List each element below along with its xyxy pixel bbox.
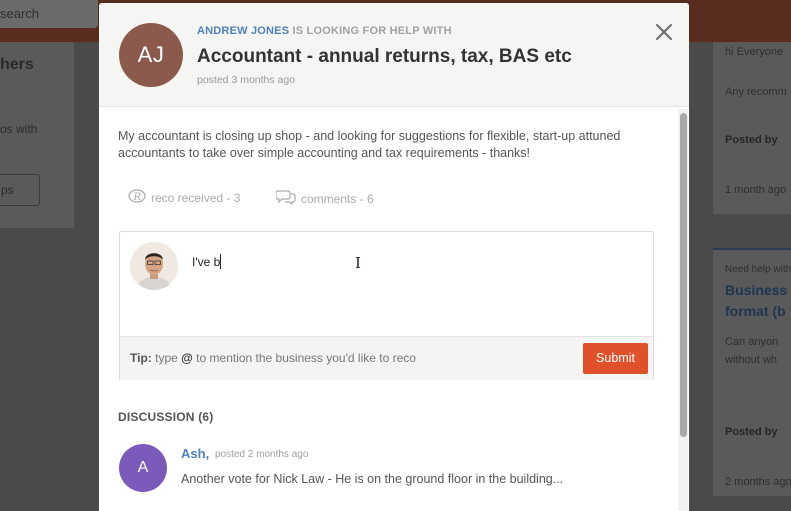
background-card: hi Everyone Any recomm Posted by 1 month… — [713, 42, 791, 214]
background-posted-by: Posted by — [725, 426, 778, 438]
background-right-panel: hi Everyone Any recomm Posted by 1 month… — [689, 42, 791, 511]
background-time: 1 month ago — [725, 184, 787, 196]
comment-avatar[interactable]: A — [119, 444, 167, 492]
background-text: Any recomm — [725, 86, 787, 98]
reco-text-value: I've b — [192, 254, 221, 269]
requester-avatar[interactable]: AJ — [119, 23, 183, 87]
background-search: search — [0, 0, 98, 28]
submit-button[interactable]: Submit — [583, 343, 648, 374]
comment-author-link[interactable]: Ash — [181, 446, 206, 461]
tip-at-symbol: @ — [181, 351, 193, 365]
request-title: Accountant - annual returns, tax, BAS et… — [197, 46, 572, 67]
background-time: 2 months ago — [725, 476, 791, 488]
reco-count[interactable]: R reco received - 3 — [128, 189, 240, 206]
background-left-heading: hers — [0, 56, 34, 73]
modal-header: AJ ANDREW JONES IS LOOKING FOR HELP WITH… — [99, 3, 689, 107]
text-caret — [220, 254, 222, 269]
comment-author-line: Ash, — [181, 446, 210, 461]
current-user-avatar — [130, 242, 178, 290]
mention-tip: Tip: type @ to mention the business you'… — [130, 351, 416, 365]
scrollbar-thumb[interactable] — [680, 113, 687, 437]
close-icon[interactable] — [655, 23, 673, 41]
background-title: format (b — [725, 303, 786, 319]
svg-text:R: R — [133, 192, 142, 203]
background-left-panel: hers os with ps — [0, 42, 74, 228]
comment-text: Another vote for Nick Law - He is on the… — [181, 472, 564, 486]
background-left-button: ps — [0, 174, 40, 206]
background-text: Can anyon — [725, 336, 779, 348]
reco-count-label: reco received - 3 — [151, 190, 241, 205]
requester-name-link[interactable]: ANDREW JONES — [197, 25, 289, 37]
requester-suffix: IS LOOKING FOR HELP WITH — [289, 25, 452, 37]
background-card: Need help with Business format (b Can an… — [713, 248, 791, 496]
comments-count-label: comments - 6 — [301, 191, 374, 206]
i-beam-cursor-icon: I — [355, 254, 361, 272]
modal-scrollbar[interactable] — [678, 109, 688, 511]
background-text: Need help with — [725, 264, 791, 275]
comments-icon — [275, 189, 301, 208]
tip-label: Tip: — [130, 351, 152, 365]
background-title: Business — [725, 282, 788, 298]
request-modal: AJ ANDREW JONES IS LOOKING FOR HELP WITH… — [99, 3, 689, 511]
comments-count[interactable]: comments - 6 — [275, 189, 374, 208]
requester-line: ANDREW JONES IS LOOKING FOR HELP WITH — [197, 25, 452, 37]
background-search-text: search — [0, 6, 40, 21]
discussion-heading: DISCUSSION (6) — [118, 410, 214, 424]
composer-footer: Tip: type @ to mention the business you'… — [120, 336, 653, 380]
reco-text-input[interactable]: I've b — [192, 254, 222, 269]
background-left-text: os with — [0, 122, 38, 136]
reco-icon: R — [128, 189, 151, 206]
comment-time: posted 2 months ago — [215, 449, 309, 460]
background-text: without wh — [725, 354, 777, 366]
reco-composer: I've b I Tip: type @ to mention the busi… — [119, 231, 654, 380]
request-description: My accountant is closing up shop - and l… — [118, 129, 621, 160]
background-posted-by: Posted by — [725, 134, 778, 146]
request-posted-time: posted 3 months ago — [197, 74, 296, 86]
tip-text-pre: type — [151, 351, 182, 365]
tip-text-post: to mention the business you'd like to re… — [192, 351, 416, 365]
background-text: hi Everyone — [725, 46, 784, 58]
